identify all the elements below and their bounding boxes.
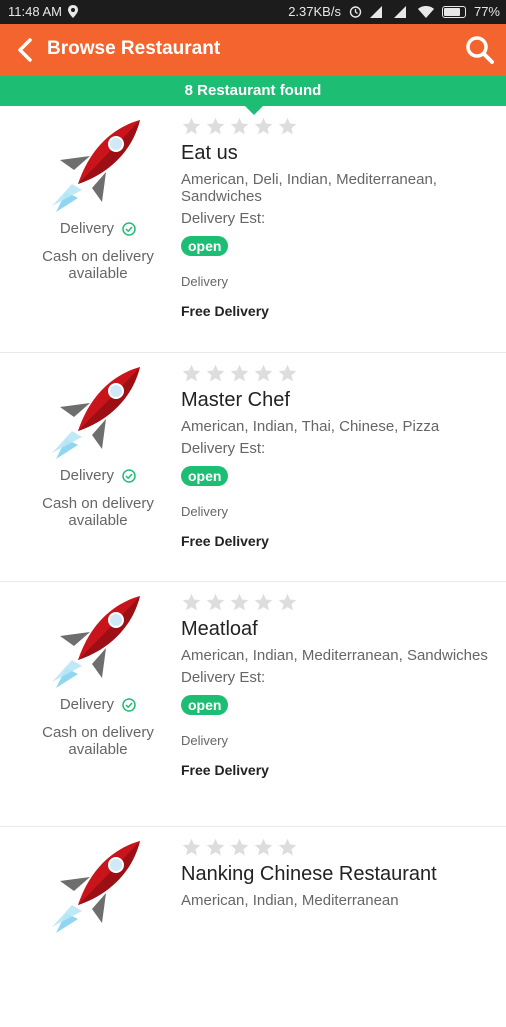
restaurant-cuisine: American, Indian, Thai, Chinese, Pizza <box>181 418 440 435</box>
star-icon <box>254 838 273 856</box>
rocket-logo-icon <box>52 841 140 933</box>
signal-icon-2 <box>393 5 406 18</box>
battery-level: 77% <box>473 4 500 19</box>
payment-note: Cash on delivery available <box>42 495 154 529</box>
restaurant-card[interactable]: Delivery Cash on delivery available Meat… <box>0 582 506 827</box>
check-circle-icon <box>122 222 136 236</box>
restaurant-cuisine: American, Indian, Mediterranean, Sandwic… <box>181 647 488 664</box>
star-icon <box>278 364 297 382</box>
delivery-label: Delivery <box>181 274 228 289</box>
star-icon <box>278 593 297 611</box>
wifi-icon <box>417 5 434 18</box>
star-icon <box>206 593 225 611</box>
restaurant-name[interactable]: Master Chef <box>181 389 501 412</box>
star-icon <box>206 364 225 382</box>
check-circle-icon <box>122 469 136 483</box>
status-badge: open <box>181 466 229 486</box>
restaurant-name[interactable]: Meatloaf <box>181 618 501 641</box>
delivery-fee: Free Delivery <box>181 303 269 319</box>
restaurant-cuisine: American, Indian, Mediterranean <box>181 892 399 909</box>
search-icon[interactable] <box>464 34 496 66</box>
delivery-tag: Delivery <box>0 220 196 237</box>
rocket-logo-icon <box>52 596 140 688</box>
results-count-bar: 8 Restaurant found <box>0 76 506 115</box>
delivery-label: Delivery <box>181 733 228 748</box>
restaurant-card[interactable]: Delivery Cash on delivery available Mast… <box>0 353 506 582</box>
check-circle-icon <box>122 698 136 712</box>
page-title: Browse Restaurant <box>47 38 221 59</box>
star-icon <box>230 838 249 856</box>
star-rating <box>181 837 501 857</box>
restaurant-card[interactable]: Nanking Chinese Restaurant American, Ind… <box>0 827 506 1027</box>
battery-icon <box>441 5 466 18</box>
star-icon <box>254 593 273 611</box>
delivery-estimate-label: Delivery Est: <box>181 440 266 457</box>
delivery-estimate-label: Delivery Est: <box>181 210 266 227</box>
delivery-tag-label: Delivery <box>59 467 114 484</box>
payment-note: Cash on delivery available <box>42 724 154 758</box>
alarm-icon <box>349 6 362 18</box>
results-count: 8 Restaurant found <box>184 82 322 99</box>
star-icon <box>230 364 249 382</box>
network-speed: 2.37KB/s <box>288 4 341 19</box>
star-icon <box>182 364 201 382</box>
star-icon <box>230 117 249 135</box>
star-icon <box>254 117 273 135</box>
star-icon <box>182 117 201 135</box>
star-rating <box>181 592 501 612</box>
star-icon <box>254 364 273 382</box>
location-icon <box>67 5 78 18</box>
delivery-fee: Free Delivery <box>181 533 269 549</box>
restaurant-card[interactable]: Delivery Cash on delivery available Eat … <box>0 106 506 353</box>
rocket-logo-icon <box>52 367 140 459</box>
star-icon <box>206 838 225 856</box>
restaurant-name[interactable]: Nanking Chinese Restaurant <box>181 863 501 886</box>
delivery-fee: Free Delivery <box>181 762 269 778</box>
restaurant-cuisine: American, Deli, Indian, Mediterranean, S… <box>181 171 437 205</box>
star-rating <box>181 116 501 136</box>
app-bar: Browse Restaurant <box>0 24 506 76</box>
star-icon <box>278 838 297 856</box>
back-arrow-icon[interactable] <box>10 35 40 65</box>
rocket-logo-icon <box>52 120 140 212</box>
status-badge: open <box>181 695 229 715</box>
star-rating <box>181 363 501 383</box>
delivery-tag: Delivery <box>0 696 196 713</box>
restaurant-list: Delivery Cash on delivery available Eat … <box>0 106 506 1027</box>
status-badge: open <box>181 236 229 256</box>
status-bar: 11:48 AM 2.37KB/s 77% <box>0 0 506 24</box>
star-icon <box>182 838 201 856</box>
restaurant-name[interactable]: Eat us <box>181 142 501 165</box>
star-icon <box>206 117 225 135</box>
signal-icon <box>369 5 382 18</box>
star-icon <box>278 117 297 135</box>
status-time: 11:48 AM <box>8 4 62 19</box>
delivery-tag: Delivery <box>0 467 196 484</box>
delivery-tag-label: Delivery <box>59 220 114 237</box>
star-icon <box>182 593 201 611</box>
delivery-label: Delivery <box>181 504 228 519</box>
delivery-estimate-label: Delivery Est: <box>181 669 266 686</box>
star-icon <box>230 593 249 611</box>
delivery-tag-label: Delivery <box>59 696 114 713</box>
payment-note: Cash on delivery available <box>42 248 154 282</box>
